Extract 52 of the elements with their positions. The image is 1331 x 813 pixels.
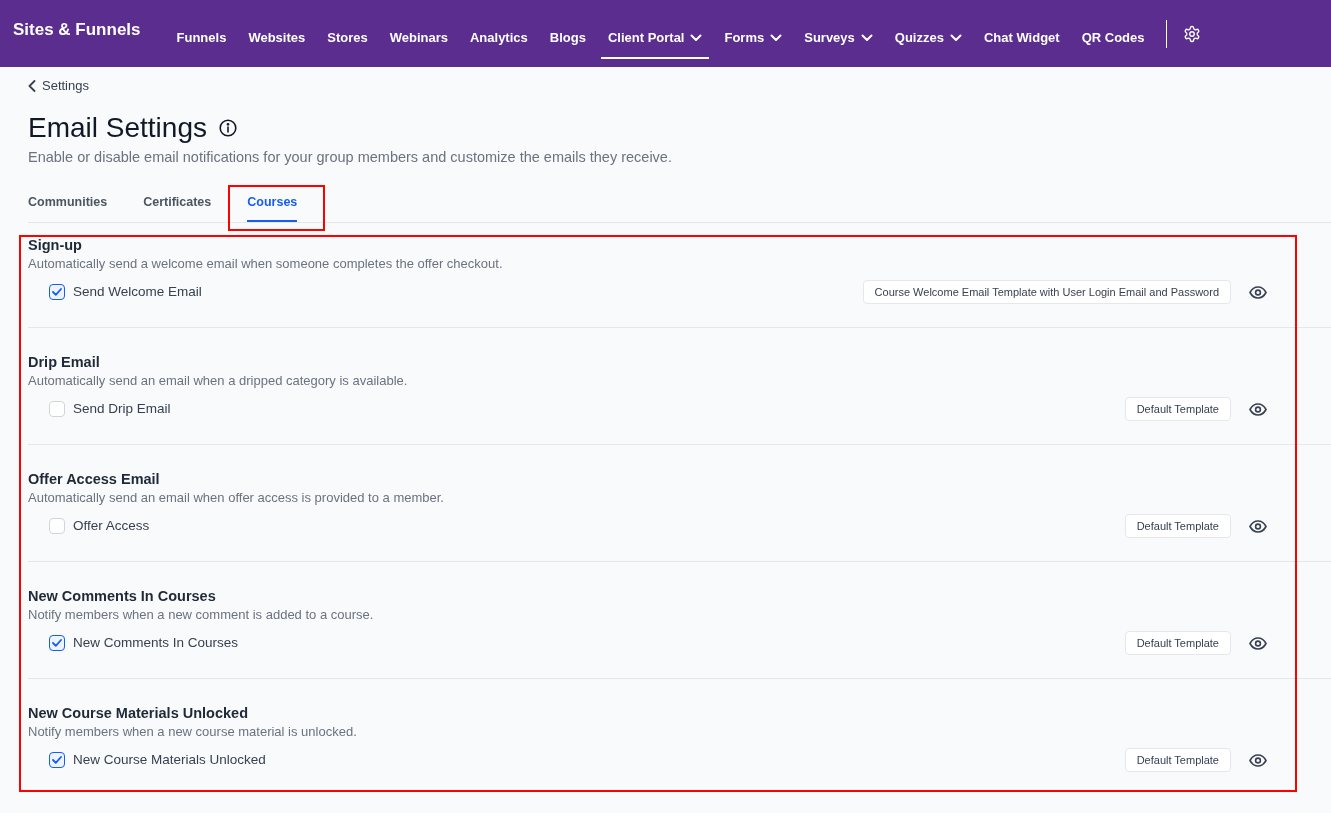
section-description: Notify members when a new course material is unlocked. xyxy=(28,723,358,741)
nav-tab[interactable]: Websites xyxy=(241,18,313,59)
page-subtitle: Enable or disable email notifications for your group members and customize the emails they receive. xyxy=(28,148,673,167)
section-title: New Comments In Courses xyxy=(28,587,217,606)
nav-tab[interactable]: Chat Widget xyxy=(976,18,1067,59)
nav-tab[interactable]: Webinars xyxy=(382,18,455,59)
tab[interactable]: Certificates xyxy=(143,184,212,222)
nav-tab[interactable]: QR Codes xyxy=(1074,18,1152,59)
template-button[interactable]: Course Welcome Email Template with User Login Email and Password xyxy=(862,280,1231,304)
nav-tab[interactable]: Forms xyxy=(717,18,790,59)
section-title: New Course Materials Unlocked xyxy=(28,704,249,723)
checkbox-label: New Comments In Courses xyxy=(73,633,239,652)
checkbox-label: Send Welcome Email xyxy=(73,282,202,301)
checkbox-label: New Course Materials Unlocked xyxy=(73,750,266,769)
section-description: Automatically send an email when offer access is provided to a member. xyxy=(28,489,445,507)
section-title: Offer Access Email xyxy=(28,470,161,489)
eye-icon[interactable] xyxy=(1249,402,1267,416)
section-title: Drip Email xyxy=(28,353,101,372)
template-button[interactable]: Default Template xyxy=(1124,514,1231,538)
app-title: Sites & Funnels xyxy=(13,18,141,41)
nav-tab[interactable]: Funnels xyxy=(169,18,234,59)
checkmark-icon xyxy=(52,288,62,296)
section-description: Notify members when a new comment is added to a course. xyxy=(28,606,375,624)
eye-icon[interactable] xyxy=(1249,519,1267,533)
checkbox[interactable] xyxy=(49,284,65,300)
settings-icon[interactable] xyxy=(1182,24,1201,43)
info-icon[interactable] xyxy=(218,119,237,137)
eye-icon[interactable] xyxy=(1249,753,1267,767)
nav-tab[interactable]: Quizzes xyxy=(887,18,969,59)
template-button[interactable]: Default Template xyxy=(1124,397,1231,421)
checkbox[interactable] xyxy=(49,752,65,768)
nav-tab[interactable]: Surveys xyxy=(797,18,880,59)
page-title: Email Settings xyxy=(28,111,207,145)
eye-icon[interactable] xyxy=(1249,636,1267,650)
checkbox-label: Offer Access xyxy=(73,516,150,535)
section-description: Automatically send a welcome email when someone completes the offer checkout. xyxy=(28,255,504,273)
checkmark-icon xyxy=(52,756,62,764)
nav-tab[interactable]: Blogs xyxy=(542,18,593,59)
eye-icon[interactable] xyxy=(1249,285,1267,299)
checkbox[interactable] xyxy=(49,635,65,651)
nav-tab[interactable]: Client Portal xyxy=(600,18,710,59)
nav-tab[interactable]: Analytics xyxy=(462,18,535,59)
template-button[interactable]: Default Template xyxy=(1124,631,1231,655)
tab[interactable]: Courses xyxy=(247,184,298,222)
tab[interactable]: Communities xyxy=(28,184,108,222)
back-link[interactable]: Settings xyxy=(28,77,89,95)
section-description: Automatically send an email when a dripped category is available. xyxy=(28,372,409,390)
section-title: Sign-up xyxy=(28,236,83,255)
checkmark-icon xyxy=(52,639,62,647)
checkbox-label: Send Drip Email xyxy=(73,399,171,418)
nav-tab[interactable]: Stores xyxy=(320,18,375,59)
template-button[interactable]: Default Template xyxy=(1124,748,1231,772)
